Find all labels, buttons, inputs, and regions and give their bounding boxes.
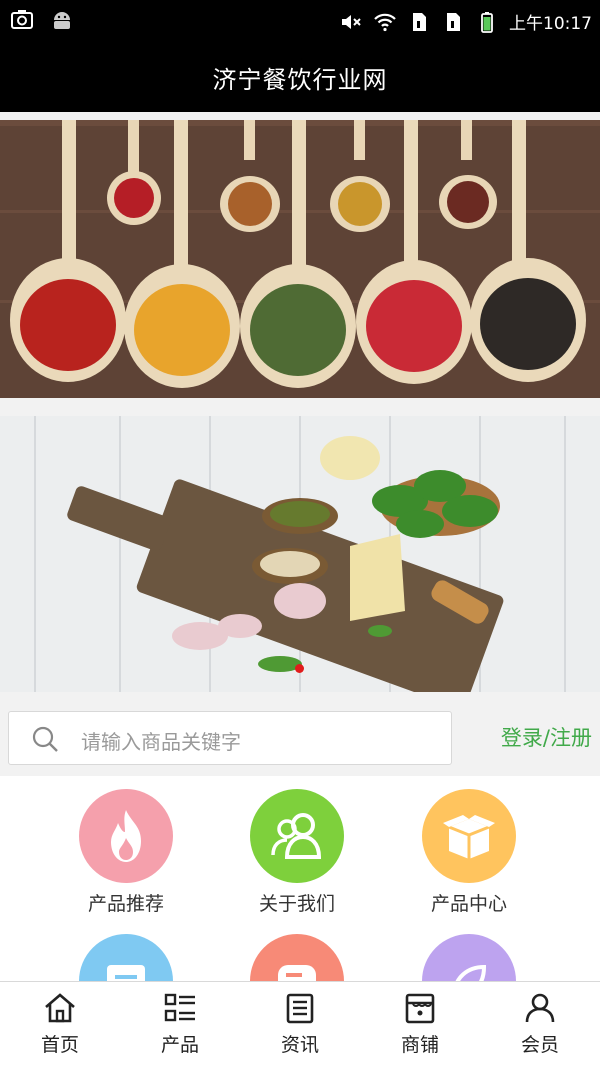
user-icon (525, 993, 555, 1023)
status-bar: 上午10:17 (0, 0, 600, 42)
tab-label: 资讯 (280, 1034, 319, 1056)
category-item-4[interactable] (40, 934, 212, 981)
users-icon (271, 813, 322, 859)
category-circle (250, 789, 344, 883)
tab-stores[interactable]: 商铺 (360, 982, 480, 1067)
category-product-center[interactable]: 产品中心 (383, 789, 555, 916)
home-icon (45, 993, 75, 1023)
flame-icon (111, 810, 141, 862)
category-grid: 产品推荐 关于我们 产品中心 (0, 776, 600, 981)
sim2-icon (447, 12, 460, 31)
page-title: 济宁餐饮行业网 (0, 42, 600, 112)
tab-products[interactable]: 产品 (120, 982, 240, 1067)
search-icon (32, 726, 58, 752)
category-label: 关于我们 (258, 893, 335, 915)
bottom-tab-bar: 首页 产品 资讯 商铺 会员 (0, 981, 600, 1067)
tab-label: 商铺 (400, 1034, 439, 1056)
camera-icon (11, 10, 33, 29)
chat-icon (278, 965, 316, 981)
category-circle (250, 934, 344, 981)
news-icon (286, 993, 314, 1024)
tab-home[interactable]: 首页 (0, 982, 120, 1067)
category-circle (422, 934, 516, 981)
tab-label: 会员 (520, 1034, 559, 1056)
banner-image-spices[interactable] (0, 120, 600, 398)
search-placeholder: 请输入商品关键字 (81, 730, 241, 754)
category-product-recommend[interactable]: 产品推荐 (40, 789, 212, 916)
list-icon (164, 993, 195, 1022)
battery-icon (481, 11, 493, 33)
mute-icon (342, 14, 361, 29)
tab-label: 首页 (40, 1034, 79, 1056)
carousel-indicator-dot[interactable] (295, 664, 304, 673)
category-label: 产品推荐 (87, 893, 164, 915)
category-item-5[interactable] (211, 934, 383, 981)
category-label: 产品中心 (430, 893, 507, 915)
category-circle (79, 789, 173, 883)
clock: 上午10:17 (509, 14, 592, 34)
android-icon (54, 12, 70, 29)
tab-label: 产品 (160, 1034, 199, 1056)
category-circle (79, 934, 173, 981)
category-about-us[interactable]: 关于我们 (211, 789, 383, 916)
leaf-icon (455, 964, 487, 981)
sim1-icon (413, 12, 426, 31)
tab-member[interactable]: 会员 (480, 982, 600, 1067)
tab-news[interactable]: 资讯 (240, 982, 360, 1067)
wifi-icon (374, 13, 396, 31)
store-icon (405, 993, 435, 1024)
box-icon (443, 815, 495, 859)
search-row: 请输入商品关键字 登录/注册 (0, 700, 600, 776)
message-icon (107, 965, 145, 981)
search-input[interactable]: 请输入商品关键字 (8, 711, 452, 765)
category-circle (422, 789, 516, 883)
banner-image-kitchen[interactable] (0, 416, 600, 692)
login-register-link[interactable]: 登录/注册 (501, 722, 592, 752)
category-item-6[interactable] (383, 934, 555, 981)
